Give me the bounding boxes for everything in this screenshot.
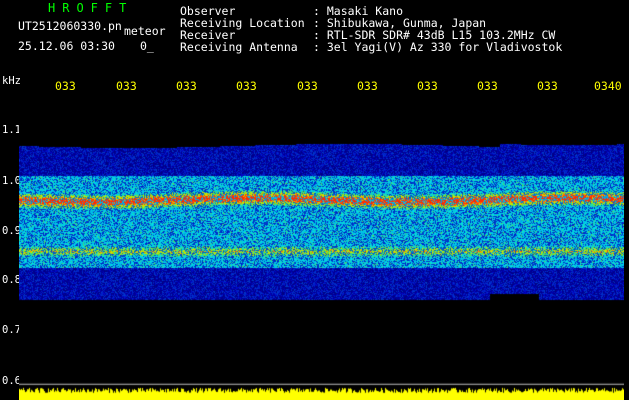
antenna-value: : 3el Yagi(V) Az 330 for Vladivostok [313,40,563,54]
spectrogram [19,94,624,400]
time-label: 033 [537,80,558,92]
file-name: UT2512060330.pn [18,19,122,33]
time-label: 033 [176,80,197,92]
time-label: 033 [357,80,378,92]
time-label: 0340 [594,80,622,92]
time-label: 033 [116,80,137,92]
time-label: 033 [55,80,76,92]
time-label: 033 [417,80,438,92]
timestamp: 25.12.06 03:30 [18,39,115,53]
time-label: 033 [236,80,257,92]
app-title: HROFFT [48,1,134,15]
antenna-key: Receiving Antenna [180,40,298,54]
mode-label: meteor [124,24,166,38]
time-label: 033 [297,80,318,92]
counter: 0_ [140,39,154,53]
time-label: 033 [477,80,498,92]
unit-label: kHz [2,75,21,87]
